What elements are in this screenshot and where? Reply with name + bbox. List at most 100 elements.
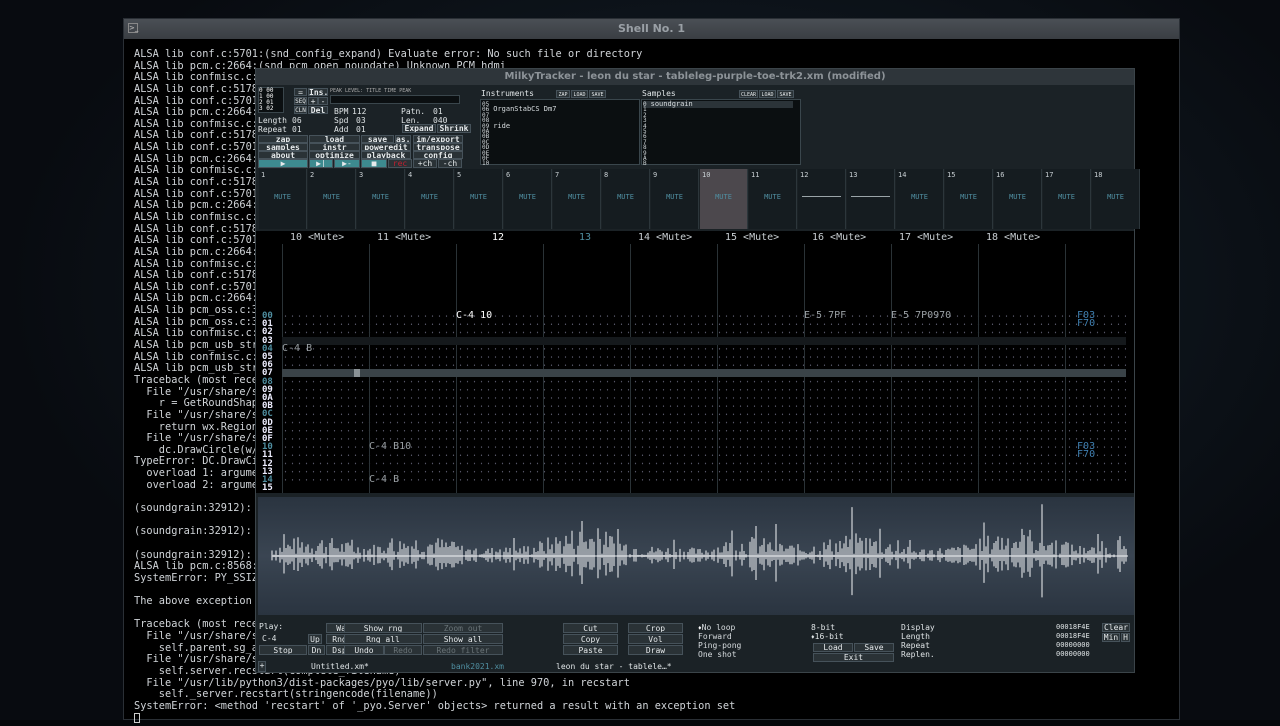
orderlist[interactable]: 0 00 1 00 2 01 3 02 xyxy=(258,87,284,113)
channel-scope-12[interactable]: 12 xyxy=(798,169,846,229)
channel-scope-15[interactable]: 15 MUTE xyxy=(945,169,993,229)
remove-channel-button[interactable]: -ch xyxy=(438,159,462,168)
pattern-note[interactable]: F70 xyxy=(1065,319,1095,329)
seq-button[interactable]: SEQ xyxy=(294,97,307,105)
pattern-note[interactable]: C-4 B xyxy=(282,343,312,354)
sample-vol-button[interactable]: Vol xyxy=(628,634,683,644)
exit-button[interactable]: Exit xyxy=(813,653,894,662)
sample-save-button[interactable]: SAVE xyxy=(777,90,794,98)
delete-button[interactable]: Del xyxy=(308,106,328,114)
sample-paste-button[interactable]: Paste xyxy=(563,645,618,655)
pattern-note[interactable]: E-5 7PF xyxy=(804,311,846,321)
channel-scope-5[interactable]: 5 MUTE xyxy=(455,169,503,229)
menu-zap-button[interactable]: zap xyxy=(258,135,308,143)
sample-up-button[interactable]: Up xyxy=(308,634,322,644)
channel-scope-2[interactable]: 2 MUTE xyxy=(308,169,356,229)
insert-button[interactable]: Ins. xyxy=(308,88,328,96)
track-header-13[interactable]: 13 xyxy=(579,231,591,244)
song-title-field[interactable] xyxy=(330,95,460,104)
record-button[interactable]: rec xyxy=(388,159,412,168)
menu-transpose-button[interactable]: transpose xyxy=(413,143,463,151)
play-position-button[interactable]: ▶- xyxy=(334,159,360,168)
track-header-11[interactable]: 11 <Mute> xyxy=(377,231,431,244)
order-entry[interactable]: 3 02 xyxy=(259,106,283,112)
menu-instr-button[interactable]: instr xyxy=(309,143,360,151)
play-song-button[interactable]: ▶ xyxy=(258,159,308,168)
bit-option-8-bit[interactable]: 8-bit xyxy=(811,623,835,632)
channel-scope-11[interactable]: 11 MUTE xyxy=(749,169,797,229)
track-header-17[interactable]: 17 <Mute> xyxy=(899,231,953,244)
sample-undo-button[interactable]: Undo xyxy=(344,645,384,655)
order-add-button[interactable]: + xyxy=(308,97,318,105)
pattern-note[interactable]: C-4 B xyxy=(369,475,399,485)
track-header-15[interactable]: 15 <Mute> xyxy=(725,231,779,244)
channel-scope-6[interactable]: 6 MUTE xyxy=(504,169,552,229)
sample-list[interactable]: 0 soundgrain 1 2 3 4 5 6 7 8 9 A B xyxy=(641,99,801,167)
instrument-zap-button[interactable]: ZAP xyxy=(556,90,570,98)
sample-crop-button[interactable]: Crop xyxy=(628,623,683,633)
expand-button[interactable]: Expand xyxy=(402,124,436,133)
menu-save-button[interactable]: save xyxy=(361,135,394,143)
sample-waveform[interactable] xyxy=(258,497,1134,615)
instruments-list-item[interactable]: 10 xyxy=(482,160,632,167)
channel-scope-9[interactable]: 9 MUTE xyxy=(651,169,699,229)
menu-load-button[interactable]: load xyxy=(309,135,360,143)
sample-zoom-out-button[interactable]: Zoom out xyxy=(423,623,503,633)
channel-scope-18[interactable]: 18 MUTE xyxy=(1092,169,1140,229)
instrument-save-button[interactable]: SAVE xyxy=(589,90,606,98)
menu-optimize-button[interactable]: optimize xyxy=(309,151,360,159)
loop-option-forward[interactable]: Forward xyxy=(698,632,732,641)
samples-list-item[interactable]: B xyxy=(643,160,793,167)
track-header-12[interactable]: 12 xyxy=(492,231,504,244)
eq-button[interactable]: = xyxy=(294,88,307,96)
sample-clear-button[interactable]: CLEAR xyxy=(739,90,758,98)
channel-scope-8[interactable]: 8 MUTE xyxy=(602,169,650,229)
add-tab-button[interactable]: + xyxy=(258,661,266,672)
sample-load-button[interactable]: LOAD xyxy=(759,90,776,98)
menu-playback-button[interactable]: playback xyxy=(361,151,411,159)
menu-as-button[interactable]: as... xyxy=(395,135,411,143)
add-channel-button[interactable]: +ch xyxy=(413,159,437,168)
window-title[interactable]: MilkyTracker - leon du star - tableleg-p… xyxy=(256,69,1134,85)
sample-cut-button[interactable]: Cut xyxy=(563,623,618,633)
module-tab[interactable]: Untitled.xm* xyxy=(311,661,369,673)
track-header-16[interactable]: 16 <Mute> xyxy=(812,231,866,244)
terminal-titlebar[interactable]: >_ Shell No. 1 xyxy=(124,19,1179,39)
module-tab[interactable]: bank2021.xm xyxy=(451,661,504,673)
channel-scope-17[interactable]: 17 MUTE xyxy=(1043,169,1091,229)
sample-copy-button[interactable]: Copy xyxy=(563,634,618,644)
loop-option-no-loop[interactable]: ♦No loop xyxy=(698,623,735,632)
sample-show-rng-button[interactable]: Show rng xyxy=(344,623,422,633)
clear-button[interactable]: Clear xyxy=(1102,623,1130,632)
channel-scope-14[interactable]: 14 MUTE xyxy=(896,169,944,229)
order-remove-button[interactable]: - xyxy=(318,97,328,105)
play-pattern-button[interactable]: ▶| xyxy=(309,159,333,168)
sample-redo-filter-button[interactable]: Redo filter xyxy=(423,645,503,655)
min-button[interactable]: Min xyxy=(1102,633,1120,642)
channel-scope-7[interactable]: 7 MUTE xyxy=(553,169,601,229)
channel-scope-1[interactable]: 1 MUTE xyxy=(259,169,307,229)
stop-button[interactable]: ■ xyxy=(361,159,387,168)
pattern-note[interactable]: C-4 10 xyxy=(456,311,492,321)
sample-dn-button[interactable]: Dn xyxy=(308,645,325,655)
pattern-editor[interactable]: 10 <Mute> 11 <Mute> 12 13 14 <Mute> 15 <Mute>… xyxy=(256,231,1134,493)
menu-poweredit-button[interactable]: poweredit xyxy=(361,143,411,151)
sample-show-all-button[interactable]: Show all xyxy=(423,634,503,644)
channel-scope-10[interactable]: 10 MUTE xyxy=(700,169,748,229)
sample-load-button[interactable]: Load xyxy=(813,643,853,652)
bit-option-16-bit[interactable]: ♦16-bit xyxy=(811,632,844,641)
loop-option-ping-pong[interactable]: Ping-pong xyxy=(698,641,741,650)
pattern-note[interactable]: F70 xyxy=(1065,450,1095,460)
loop-option-one-shot[interactable]: One shot xyxy=(698,650,737,659)
sample-redo-button[interactable]: Redo xyxy=(384,645,422,655)
sample-draw-button[interactable]: Draw xyxy=(628,645,683,655)
menu-about-button[interactable]: about xyxy=(258,151,308,159)
shrink-button[interactable]: Shrink xyxy=(437,124,471,133)
channel-scope-4[interactable]: 4 MUTE xyxy=(406,169,454,229)
menu-samples-button[interactable]: samples xyxy=(258,143,308,151)
sample-rng-all-button[interactable]: Rng all xyxy=(344,634,422,644)
menu-imexport-button[interactable]: im/export xyxy=(413,135,463,143)
h-button[interactable]: H xyxy=(1121,633,1130,642)
track-header-10[interactable]: 10 <Mute> xyxy=(290,231,344,244)
pattern-note[interactable]: E-5 7P0970 xyxy=(891,311,951,321)
